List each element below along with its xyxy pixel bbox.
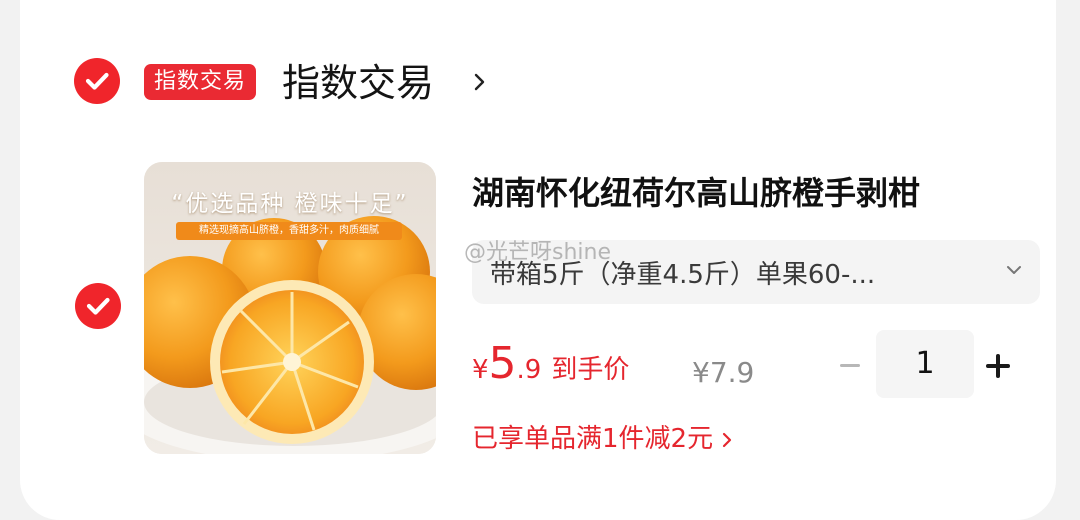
shop-select-checkbox[interactable] [74, 58, 120, 104]
plus-icon[interactable] [980, 348, 1016, 384]
checkmark-icon [86, 297, 110, 315]
image-subline: 精选现摘高山脐橙，香甜多汁，肉质细腻 [176, 222, 402, 240]
chevron-right-icon[interactable] [473, 72, 487, 92]
shop-tag: 指数交易 [144, 64, 257, 100]
chevron-right-icon [722, 432, 732, 447]
product-image[interactable]: “优选品种 橙味十足” 精选现摘高山脐橙，香甜多汁，肉质细腻 [144, 162, 436, 454]
original-price: ¥7.9 [692, 356, 755, 389]
product-title[interactable]: 湖南怀化纽荷尔高山脐橙手剥柑 [472, 168, 920, 214]
price-decimal: .9 [516, 355, 542, 385]
quantity-input[interactable]: 1 [876, 330, 974, 398]
shop-name[interactable]: 指数交易 [282, 58, 434, 108]
image-headline: “优选品种 橙味十足” [171, 191, 409, 217]
chevron-down-icon [1007, 266, 1021, 274]
final-price: ¥5.9 到手价 [472, 338, 629, 389]
checkmark-icon [85, 72, 109, 90]
promo-link[interactable]: 已享单品满1件减2元 [472, 418, 733, 455]
price-integer: 5 [488, 338, 517, 389]
cart-shop-card: 指数交易 指数交易 “优选品种 橙味十足” 精选现摘高山脐橙，香甜多汁，肉质细腻… [20, 0, 1056, 520]
item-select-checkbox[interactable] [75, 283, 121, 329]
price-label: 到手价 [551, 355, 630, 385]
watermark: @光芒呀shine [464, 240, 611, 265]
promo-text: 已享单品满1件减2元 [472, 424, 714, 454]
price-currency: ¥ [472, 355, 489, 385]
minus-icon[interactable] [832, 352, 868, 380]
